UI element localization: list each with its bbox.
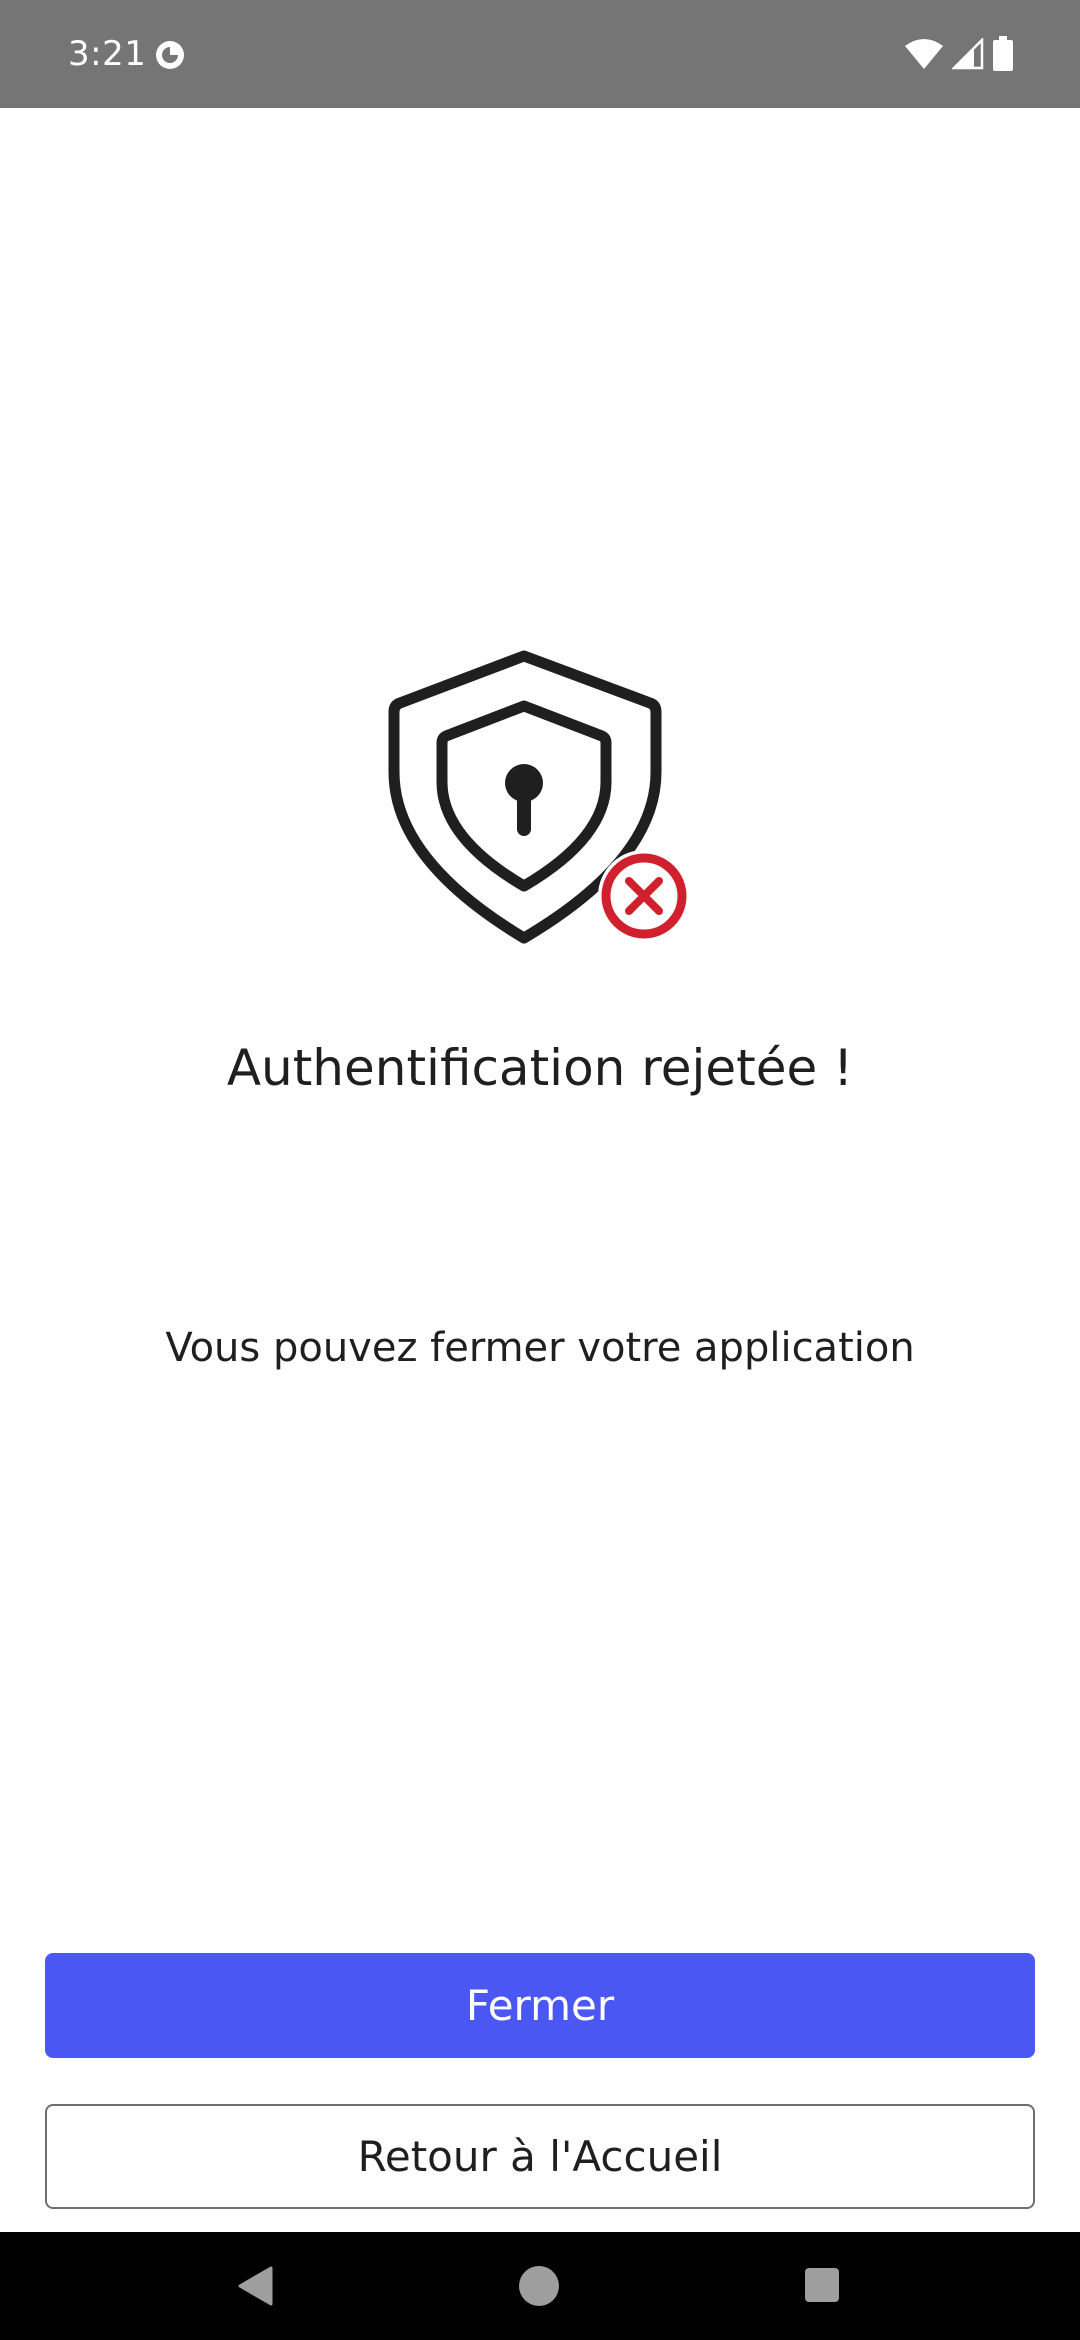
screen: 3:21 Authentification rejetée ! Vous pou… [0, 0, 1080, 2340]
shield-lock-rejected-icon [388, 650, 690, 944]
battery-icon [993, 36, 1013, 71]
do-not-disturb-icon [156, 41, 184, 69]
wifi-icon [905, 39, 943, 69]
back-home-button-label: Retour à l'Accueil [357, 2132, 723, 2181]
status-icons [904, 36, 1014, 72]
back-icon[interactable] [237, 2266, 275, 2306]
close-button-label: Fermer [465, 1981, 615, 2030]
recents-icon[interactable] [805, 2268, 839, 2302]
page-title: Authentification rejetée ! [226, 1039, 854, 1097]
status-bar: 3:21 [0, 0, 1080, 108]
page-subtitle: Vous pouvez fermer votre application [165, 1325, 915, 1371]
close-button[interactable]: Fermer [45, 1953, 1035, 2058]
system-nav-bar [0, 2232, 1080, 2340]
back-home-button[interactable]: Retour à l'Accueil [45, 2104, 1035, 2209]
status-time: 3:21 [68, 34, 147, 74]
cell-signal-icon [952, 38, 984, 70]
home-icon[interactable] [519, 2266, 559, 2306]
